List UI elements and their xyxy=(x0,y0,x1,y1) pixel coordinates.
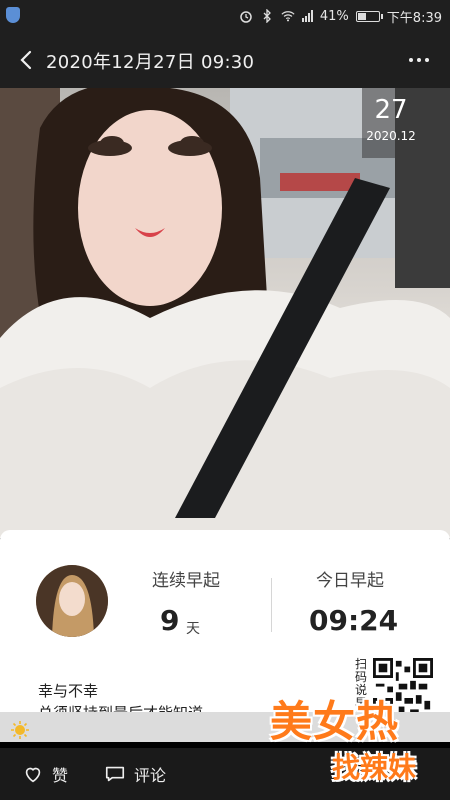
more-button[interactable] xyxy=(404,48,434,72)
signal-icon xyxy=(301,10,313,22)
comment-button[interactable]: 评论 xyxy=(104,762,166,786)
page-title: 2020年12月27日 09:30 xyxy=(46,52,255,73)
alarm-icon xyxy=(239,9,253,23)
watermark-line-2: 找辣妹 xyxy=(332,751,417,784)
more-dots-icon xyxy=(409,58,413,62)
streak-unit: 天 xyxy=(186,621,200,637)
quote-line-1: 幸与不幸 xyxy=(38,682,99,700)
today-value: 09:24 xyxy=(309,604,399,637)
battery-icon xyxy=(355,10,383,22)
checkin-card: 连续早起 9 天 今日早起 09:24 幸与不幸 总须坚持到最后才能知道 扫码说… xyxy=(0,530,450,723)
like-button[interactable]: 赞 xyxy=(22,762,68,786)
date-month: 2020.12 xyxy=(366,129,416,143)
top-nav: 2020年12月27日 09:30 xyxy=(0,32,450,88)
back-button[interactable] xyxy=(12,46,40,74)
watermark-line-1: 美女热 xyxy=(270,697,400,746)
like-label: 赞 xyxy=(52,766,69,785)
avatar[interactable] xyxy=(36,565,108,637)
wifi-icon xyxy=(281,9,295,23)
stat-divider xyxy=(271,578,272,632)
date-badge: 27 2020.12 xyxy=(362,88,420,158)
date-day: 27 xyxy=(374,95,408,125)
comment-icon xyxy=(105,766,125,782)
streak-label: 连续早起 xyxy=(152,571,220,591)
sun-icon xyxy=(11,721,29,739)
heart-icon xyxy=(25,767,41,783)
streak-value: 9 xyxy=(160,604,180,637)
bluetooth-icon xyxy=(260,9,274,23)
clock: 下午8:39 xyxy=(386,10,442,26)
chevron-left-icon xyxy=(20,50,32,70)
comment-label: 评论 xyxy=(134,766,167,785)
shield-icon xyxy=(6,7,20,23)
battery-percent: 41% xyxy=(319,8,349,24)
today-label: 今日早起 xyxy=(316,571,384,591)
status-bar: 41% 下午8:39 xyxy=(0,0,450,32)
